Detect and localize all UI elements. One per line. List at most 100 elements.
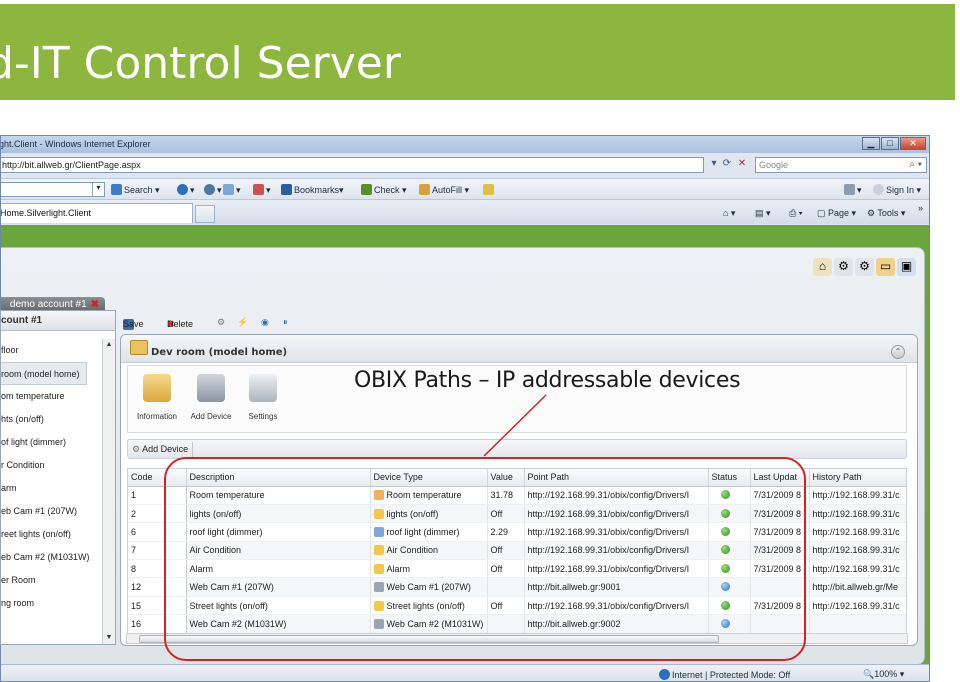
cell-history-path: http://192.168.99.31/c (809, 504, 906, 524)
settings-icon (249, 374, 277, 402)
lightning-icon[interactable]: ⚡ (237, 317, 248, 328)
tree-title: count #1 (1, 311, 115, 331)
play-icon[interactable]: ◉ (261, 317, 269, 328)
gear-icon[interactable]: ⚙ (834, 258, 853, 276)
close-tab-icon[interactable]: ✖ (91, 299, 99, 310)
search-icon[interactable]: ⌕ ▾ (909, 159, 922, 170)
globe-icon[interactable]: ▾ (177, 184, 195, 196)
status-bar: Internet | Protected Mode: Off 🔍100% ▾ (1, 664, 929, 681)
page-menu[interactable]: ▢ Page ▾ (817, 208, 856, 219)
tree-item[interactable]: eb Cam #1 (207W) (1, 500, 103, 523)
tree-item[interactable]: ng room (1, 592, 103, 615)
window-titlebar: ght.Client - Windows Internet Explorer ▁… (1, 136, 929, 153)
feeds-icon[interactable]: ▤ ▾ (755, 208, 771, 219)
minimize-button[interactable]: ▁ (862, 137, 880, 150)
user-icon (873, 184, 884, 195)
settings-icon[interactable]: ⚙ (217, 317, 225, 328)
tree-item[interactable]: om temperature (1, 385, 103, 408)
tools-menu[interactable]: ⚙ Tools ▾ (867, 208, 905, 219)
star-icon (281, 184, 292, 195)
tree-item[interactable]: eb Cam #2 (M1031W) (1, 546, 103, 569)
security-zone[interactable]: Internet | Protected Mode: Off (659, 669, 790, 680)
scroll-down-icon[interactable]: ▼ (103, 632, 115, 644)
delete-label: Delete (167, 319, 194, 329)
slide-title: d-IT Control Server (0, 38, 401, 89)
pause-icon[interactable]: ⏸ (283, 317, 288, 328)
autofill-icon (419, 184, 430, 195)
puzzle-icon[interactable]: ▾ (223, 184, 241, 196)
tree-item[interactable]: r Condition (1, 454, 103, 477)
maximize-button[interactable]: □ (881, 137, 899, 150)
close-button[interactable]: ✕ (900, 137, 926, 150)
settings-label: Settings (248, 412, 278, 421)
zone-label: Internet | Protected Mode: Off (672, 670, 791, 680)
cell-history-path: http://192.168.99.31/c (809, 596, 906, 616)
column-header[interactable]: History Path (809, 469, 906, 487)
settings-button[interactable]: Settings (234, 374, 292, 421)
toolbar: ▾ Search ▾ ▾ ▾ ▾ ▾ Bookmarks▾ Check ▾ Au… (1, 178, 929, 200)
home-icon[interactable]: ⌂ ▾ (723, 208, 735, 219)
room-panel-title: Dev room (model home) (151, 347, 288, 358)
page-menu-label: Page (828, 208, 850, 218)
spellcheck-icon (361, 184, 372, 195)
zoom-level[interactable]: 🔍100% ▾ (863, 669, 904, 680)
sub-toolbar: ⚙ Add Device (127, 439, 907, 459)
pagerank-icon[interactable]: ▾ (253, 184, 271, 196)
gear-icon (197, 374, 225, 402)
add-device-ribbon-button[interactable]: Add Device (182, 374, 240, 421)
information-icon (143, 374, 171, 402)
wrench-icon[interactable]: ▾ (844, 184, 862, 196)
gears-icon[interactable]: ⚙ (855, 258, 874, 276)
check-button[interactable]: Check ▾ (361, 184, 407, 196)
url-input[interactable]: http://bit.allweb.gr/ClientPage.aspx (1, 157, 704, 173)
autofill-button[interactable]: AutoFill ▾ (419, 184, 469, 196)
cell-history-path: http://bit.allweb.gr/Me (809, 577, 906, 597)
information-button[interactable]: Information (128, 374, 186, 421)
print-icon[interactable]: ⎙ ▾ (789, 208, 802, 219)
search-placeholder: Google (759, 160, 789, 170)
search-input[interactable]: Google ⌕ ▾ (755, 157, 927, 173)
folder-icon[interactable]: ▭ (876, 258, 895, 276)
tab-bar: Home.Silverlight.Client ⌂ ▾ ▤ ▾ ⎙ ▾ ▢ Pa… (1, 200, 929, 224)
toolbar-search-label: Search (124, 185, 153, 195)
refresh-icon[interactable]: ⟳ (719, 157, 735, 173)
add-device-label: Add Device (142, 444, 189, 454)
annotation-label: OBIX Paths – IP addressable devices (354, 368, 741, 393)
toolbar-search-field[interactable]: ▾ (1, 182, 105, 197)
tree-item[interactable]: arm (1, 477, 103, 500)
window-icon[interactable]: ▣ (897, 258, 916, 276)
add-device-button[interactable]: ⚙ Add Device (130, 442, 194, 457)
tree-item[interactable]: of light (dimmer) (1, 431, 103, 454)
tree-item[interactable]: floor (1, 339, 103, 362)
zoom-label: 100% (874, 669, 898, 679)
tab-home-silverlight[interactable]: Home.Silverlight.Client (1, 203, 193, 223)
tree-scrollbar[interactable]: ▲ ▼ (102, 339, 115, 644)
tree-list: floor room (model home) om temperature hts … (1, 339, 103, 615)
sign-in-button[interactable]: Sign In ▾ (873, 184, 921, 196)
highlighter-icon[interactable] (483, 184, 496, 195)
toolbar-search-button[interactable]: Search ▾ (111, 184, 160, 196)
highlight-oval (164, 457, 806, 661)
sign-in-label: Sign In (886, 185, 915, 195)
home-icon[interactable]: ⌂ (813, 258, 832, 276)
cell-history-path: http://192.168.99.31/c (809, 559, 906, 579)
scroll-up-icon[interactable]: ▲ (103, 339, 115, 351)
device-tree-panel: count #1 floor room (model home) om temper… (0, 310, 116, 645)
tree-item[interactable]: room (model home) (1, 362, 87, 385)
tree-item[interactable]: hts (on/off) (1, 408, 103, 431)
bookmarks-button[interactable]: Bookmarks▾ (281, 184, 344, 196)
share-icon[interactable]: ▾ (204, 184, 222, 196)
account-tab-label: demo account #1 (9, 299, 87, 310)
collapse-icon[interactable]: ⌃ (891, 345, 905, 359)
tree-item[interactable]: er Room (1, 569, 103, 592)
stop-icon[interactable]: ✕ (734, 157, 750, 173)
chevron-right-icon[interactable]: » (918, 203, 923, 213)
cell-history-path: http://192.168.99.31/c (809, 522, 906, 542)
tree-item[interactable]: reet lights (on/off) (1, 523, 103, 546)
chevron-down-icon[interactable]: ▾ (92, 183, 104, 196)
save-label: Save (123, 319, 144, 329)
information-label: Information (136, 412, 178, 421)
google-icon (111, 184, 122, 195)
new-tab-button[interactable] (195, 205, 215, 223)
window-title: ght.Client - Windows Internet Explorer (0, 139, 151, 149)
